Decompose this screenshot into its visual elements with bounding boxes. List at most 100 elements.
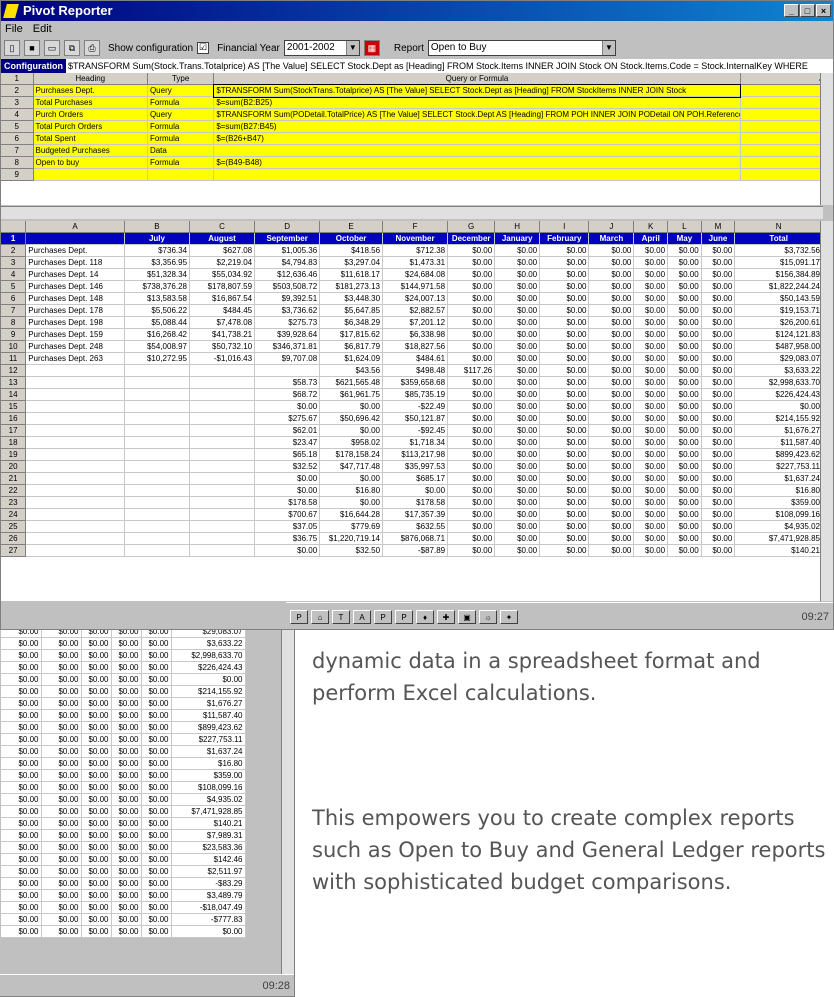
row-number[interactable]: 20 — [1, 460, 27, 473]
value-cell[interactable] — [189, 508, 256, 521]
row-number[interactable]: 2 — [1, 244, 27, 257]
value-cell[interactable]: $0.00 — [41, 853, 82, 866]
row-number[interactable]: 4 — [1, 268, 27, 281]
total-cell[interactable]: -$83.29 — [171, 877, 246, 890]
value-cell[interactable]: $0.00 — [701, 424, 736, 437]
value-cell[interactable]: $0.00 — [633, 280, 669, 293]
row-label-cell[interactable] — [25, 496, 125, 509]
value-cell[interactable]: $13,583.58 — [124, 292, 191, 305]
value-cell[interactable]: $140.21 — [734, 544, 823, 557]
total-cell[interactable]: $214,155.92 — [171, 685, 246, 698]
config-vertical-scrollbar[interactable] — [820, 73, 833, 205]
value-cell[interactable]: $0.00 — [539, 436, 590, 449]
value-cell[interactable] — [124, 532, 191, 545]
config-formula-cell[interactable]: $=(B26+B47) — [213, 132, 741, 145]
value-cell[interactable]: $0.00 — [494, 412, 541, 425]
value-cell[interactable] — [124, 388, 191, 401]
value-cell[interactable]: $0.00 — [81, 673, 112, 686]
config-column-header[interactable]: Heading — [33, 73, 148, 85]
fiscal-year-dropdown[interactable]: 2001-2002 ▼ — [283, 40, 360, 56]
value-cell[interactable]: $1,718.34 — [382, 436, 449, 449]
value-cell[interactable]: $0.00 — [588, 376, 635, 389]
value-cell[interactable]: $0.00 — [494, 376, 541, 389]
config-formula-cell[interactable] — [213, 144, 741, 157]
value-cell[interactable]: $0.00 — [447, 328, 496, 341]
config-heading-cell[interactable]: Total Spent — [33, 132, 148, 145]
value-cell[interactable]: $0.00 — [1, 889, 42, 902]
value-cell[interactable] — [189, 448, 256, 461]
value-cell[interactable] — [189, 484, 256, 497]
config-heading-cell[interactable]: Purch Orders — [33, 108, 148, 121]
value-cell[interactable]: $0.00 — [1, 841, 42, 854]
value-cell[interactable]: $178,158.24 — [319, 448, 384, 461]
total-cell[interactable]: $899,423.62 — [171, 721, 246, 734]
value-cell[interactable]: $0.00 — [494, 532, 541, 545]
value-cell[interactable]: $0.00 — [1, 637, 42, 650]
value-cell[interactable]: $0.00 — [701, 364, 736, 377]
value-cell[interactable]: $0.00 — [539, 256, 590, 269]
value-cell[interactable]: $61,961.75 — [319, 388, 384, 401]
value-cell[interactable]: $0.00 — [141, 745, 172, 758]
month-header[interactable]: January — [494, 232, 541, 245]
value-cell[interactable]: $7,478.08 — [189, 316, 256, 329]
value-cell[interactable]: $0.00 — [539, 280, 590, 293]
value-cell[interactable]: $68.72 — [254, 388, 321, 401]
column-letter-header[interactable]: B — [124, 221, 191, 233]
value-cell[interactable]: $50,143.59 — [734, 292, 823, 305]
value-cell[interactable] — [124, 472, 191, 485]
value-cell[interactable]: $0.00 — [447, 448, 496, 461]
value-cell[interactable]: $0.00 — [588, 292, 635, 305]
copy-icon[interactable]: ⧉ — [64, 40, 80, 56]
value-cell[interactable]: $0.00 — [667, 424, 702, 437]
sheet-vertical-scrollbar[interactable] — [820, 221, 833, 601]
value-cell[interactable]: $0.00 — [447, 484, 496, 497]
config-query-text[interactable]: $TRANSFORM Sum(Stock.Trans.Totalprice) A… — [66, 59, 833, 73]
value-cell[interactable]: $0.00 — [539, 304, 590, 317]
value-cell[interactable]: $0.00 — [141, 769, 172, 782]
row-number[interactable]: 7 — [1, 304, 27, 317]
row-label-cell[interactable] — [25, 532, 125, 545]
value-cell[interactable]: $0.00 — [254, 472, 321, 485]
row-number[interactable]: 7 — [1, 144, 34, 157]
value-cell[interactable]: $0.00 — [494, 292, 541, 305]
value-cell[interactable]: $0.00 — [41, 661, 82, 674]
value-cell[interactable] — [189, 364, 256, 377]
value-cell[interactable]: $23.47 — [254, 436, 321, 449]
value-cell[interactable]: $0.00 — [111, 733, 142, 746]
value-cell[interactable]: $3,736.62 — [254, 304, 321, 317]
value-cell[interactable]: $144,971.58 — [382, 280, 449, 293]
row-label-cell[interactable]: Purchases Dept. 146 — [25, 280, 125, 293]
value-cell[interactable] — [124, 508, 191, 521]
value-cell[interactable]: $0.00 — [1, 733, 42, 746]
value-cell[interactable]: $0.00 — [81, 829, 112, 842]
value-cell[interactable]: $0.00 — [141, 673, 172, 686]
value-cell[interactable]: $0.00 — [447, 436, 496, 449]
value-cell[interactable]: $0.00 — [81, 685, 112, 698]
value-cell[interactable]: $0.00 — [633, 496, 669, 509]
value-cell[interactable]: $178,807.59 — [189, 280, 256, 293]
row-number[interactable]: 24 — [1, 508, 27, 521]
value-cell[interactable]: $0.00 — [701, 436, 736, 449]
value-cell[interactable]: $1,637.24 — [734, 472, 823, 485]
row-label-cell[interactable]: Purchases Dept. 159 — [25, 328, 125, 341]
value-cell[interactable]: $181,273.13 — [319, 280, 384, 293]
value-cell[interactable]: $0.00 — [111, 709, 142, 722]
value-cell[interactable]: $0.00 — [111, 781, 142, 794]
value-cell[interactable]: $0.00 — [447, 424, 496, 437]
taskbar-app-icon[interactable]: P — [374, 610, 392, 624]
value-cell[interactable]: $227,753.11 — [734, 460, 823, 473]
month-header[interactable]: December — [447, 232, 496, 245]
month-header[interactable]: June — [701, 232, 736, 245]
value-cell[interactable]: $0.00 — [701, 268, 736, 281]
row-number[interactable]: 18 — [1, 436, 27, 449]
value-cell[interactable]: $0.00 — [701, 508, 736, 521]
row-number[interactable]: 19 — [1, 448, 27, 461]
value-cell[interactable]: $0.00 — [141, 781, 172, 794]
value-cell[interactable]: $0.00 — [81, 853, 112, 866]
value-cell[interactable]: -$22.49 — [382, 400, 449, 413]
value-cell[interactable]: $0.00 — [633, 400, 669, 413]
value-cell[interactable]: $0.00 — [41, 889, 82, 902]
value-cell[interactable]: $0.00 — [667, 316, 702, 329]
value-cell[interactable]: $156,384.89 — [734, 268, 823, 281]
value-cell[interactable]: $0.00 — [494, 460, 541, 473]
